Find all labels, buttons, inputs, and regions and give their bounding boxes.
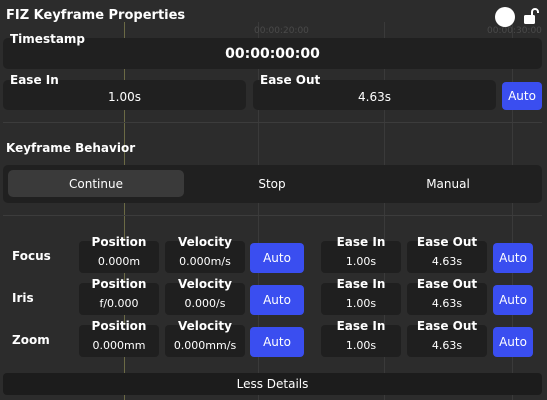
ease-out-value[interactable]: 4.63s [253,90,496,104]
zoom-velocity-label: Velocity [178,319,232,333]
focus-ease-out-label: Ease Out [416,235,478,249]
iris-velocity-field[interactable]: Velocity 0.000/s [165,277,245,315]
zoom-ease-out-label: Ease Out [416,319,478,333]
window-title: FIZ Keyframe Properties [6,8,186,23]
ease-out-label: Ease Out [260,73,321,87]
iris-velocity-value[interactable]: 0.000/s [165,297,245,310]
focus-velocity-field[interactable]: Velocity 0.000m/s [165,235,245,273]
focus-position-field[interactable]: Position 0.000m [79,235,159,273]
iris-ease-in-label: Ease In [336,277,386,291]
behavior-option-stop[interactable]: Stop [184,170,360,197]
iris-velocity-auto-button[interactable]: Auto [250,285,304,315]
zoom-ease-in-label: Ease In [336,319,386,333]
iris-position-field[interactable]: Position f/0.000 [79,277,159,315]
section-divider [3,215,542,216]
iris-ease-in-value[interactable]: 1.00s [321,297,401,310]
zoom-position-label: Position [91,319,147,333]
record-indicator-button[interactable] [495,7,515,27]
keyframe-behavior-label: Keyframe Behavior [6,141,136,155]
timestamp-label: Timestamp [10,32,86,46]
focus-ease-auto-button[interactable]: Auto [493,243,533,273]
focus-ease-out-field[interactable]: Ease Out 4.63s [407,235,487,273]
iris-ease-in-field[interactable]: Ease In 1.00s [321,277,401,315]
focus-position-value[interactable]: 0.000m [79,255,159,268]
iris-position-label: Position [91,277,147,291]
focus-ease-in-label: Ease In [336,235,386,249]
focus-ease-out-value[interactable]: 4.63s [407,255,487,268]
ease-in-value[interactable]: 1.00s [3,90,246,104]
zoom-position-value[interactable]: 0.000mm [79,339,159,352]
focus-velocity-auto-button[interactable]: Auto [250,243,304,273]
focus-velocity-label: Velocity [178,235,232,249]
focus-ease-in-field[interactable]: Ease In 1.00s [321,235,401,273]
behavior-option-manual[interactable]: Manual [360,170,536,197]
ease-auto-button[interactable]: Auto [502,82,542,110]
iris-ease-out-value[interactable]: 4.63s [407,297,487,310]
zoom-ease-in-field[interactable]: Ease In 1.00s [321,319,401,357]
focus-position-label: Position [91,235,147,249]
zoom-ease-out-field[interactable]: Ease Out 4.63s [407,319,487,357]
zoom-position-field[interactable]: Position 0.000mm [79,319,159,357]
iris-ease-out-label: Ease Out [416,277,478,291]
iris-ease-out-field[interactable]: Ease Out 4.63s [407,277,487,315]
section-divider [3,122,542,123]
zoom-ease-auto-button[interactable]: Auto [493,327,533,357]
focus-row-label: Focus [12,249,51,263]
zoom-ease-in-value[interactable]: 1.00s [321,339,401,352]
timeline-tick-label: 00:00:30:00 [487,26,542,36]
timestamp-value[interactable]: 00:00:00:00 [3,46,542,62]
focus-ease-in-value[interactable]: 1.00s [321,255,401,268]
unlock-icon[interactable] [522,7,540,25]
iris-position-value[interactable]: f/0.000 [79,297,159,310]
behavior-option-continue[interactable]: Continue [8,170,184,197]
zoom-velocity-field[interactable]: Velocity 0.000mm/s [165,319,245,357]
iris-ease-auto-button[interactable]: Auto [493,285,533,315]
less-details-button[interactable]: Less Details [3,373,542,395]
iris-velocity-label: Velocity [178,277,232,291]
ease-in-label: Ease In [10,73,59,87]
focus-velocity-value[interactable]: 0.000m/s [165,255,245,268]
timeline-tick-label: 00:00:20:00 [254,26,309,36]
iris-row-label: Iris [12,291,34,305]
zoom-ease-out-value[interactable]: 4.63s [407,339,487,352]
zoom-row-label: Zoom [12,333,50,347]
zoom-velocity-auto-button[interactable]: Auto [250,327,304,357]
zoom-velocity-value[interactable]: 0.000mm/s [165,339,245,352]
